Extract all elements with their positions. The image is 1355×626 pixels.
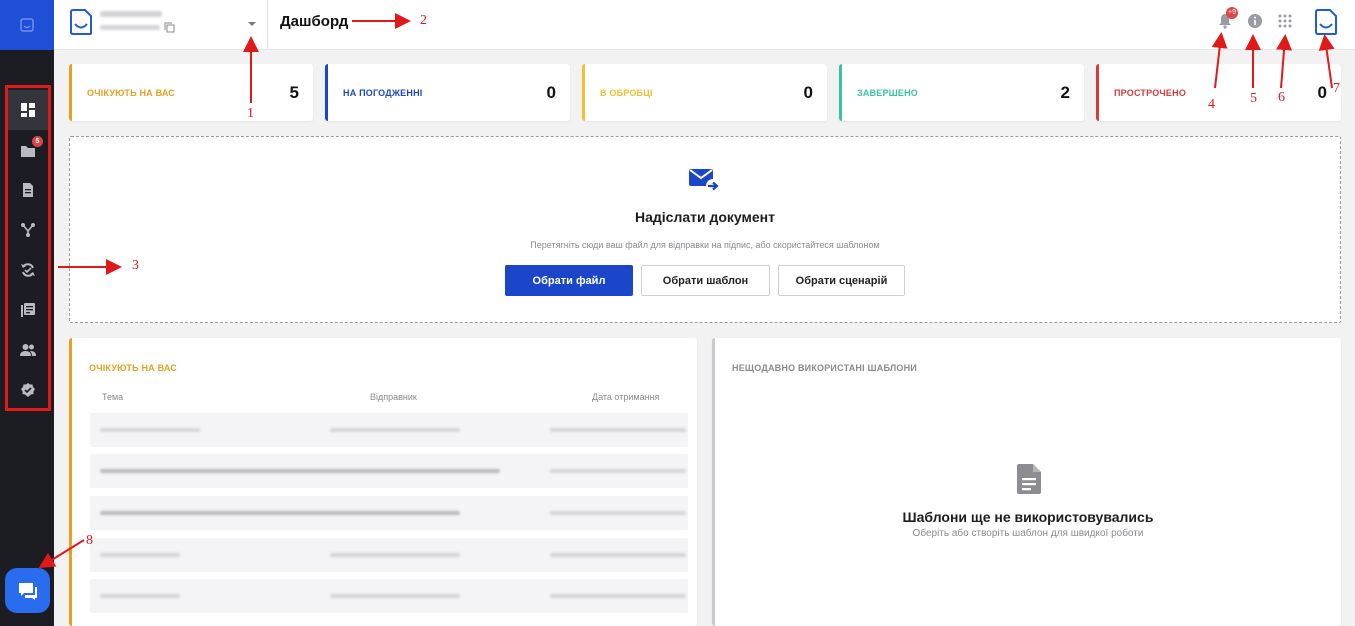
blurred-cell (330, 553, 460, 557)
copy-icon[interactable] (164, 22, 175, 33)
stat-card-approval[interactable]: НА ПОГОДЖЕННІ 0 (325, 64, 570, 121)
annotation-number: 6 (1278, 90, 1285, 105)
column-header-subject: Тема (102, 392, 124, 402)
templates-icon (21, 303, 35, 317)
stat-value: 2 (1060, 83, 1070, 102)
sidebar-item-templates[interactable] (8, 290, 48, 330)
annotation-number: 2 (420, 13, 427, 28)
annotation-number: 1 (247, 106, 254, 121)
top-header: Дашборд +9 (54, 0, 1355, 50)
column-header-sender: Відправник (370, 392, 417, 402)
document-drop-zone[interactable]: Надіслати документ Перетягніть сюди ваш … (69, 136, 1341, 323)
sidebar-item-document[interactable] (8, 170, 48, 210)
sidebar-item-scenarios[interactable] (8, 210, 48, 250)
info-icon (1248, 14, 1262, 28)
blurred-cell (550, 553, 686, 557)
page-title: Дашборд (280, 13, 349, 30)
annotation-number: 7 (1333, 81, 1340, 96)
blurred-cell (550, 511, 686, 515)
blurred-cell (100, 469, 500, 473)
stat-value: 0 (1317, 83, 1327, 102)
organization-id-blurred (100, 25, 160, 30)
notifications-button[interactable]: +9 (1216, 7, 1238, 30)
sidebar-item-verified[interactable] (8, 370, 48, 410)
sync-icon (21, 263, 35, 277)
blurred-cell (100, 428, 200, 432)
rail-logo[interactable] (0, 0, 54, 50)
sidebar-nav: 5 (5, 85, 51, 411)
organization-logo-icon (70, 9, 92, 35)
blurred-cell (100, 594, 180, 598)
stat-label: НА ПОГОДЖЕННІ (343, 88, 423, 98)
panel-title: ОЧІКУЮТЬ НА ВАС (89, 363, 177, 373)
choose-file-button[interactable]: Обрати файл (505, 265, 633, 296)
stat-value: 0 (803, 83, 813, 102)
blurred-cell (330, 594, 460, 598)
organization-name-blurred (100, 11, 162, 17)
table-row[interactable] (90, 413, 688, 447)
annotation-number: 3 (132, 258, 139, 273)
document-icon (1017, 464, 1041, 494)
stat-card-processing[interactable]: В ОБРОБЦІ 0 (582, 64, 827, 121)
chat-support-button[interactable] (5, 568, 50, 613)
stat-card-completed[interactable]: ЗАВЕРШЕНО 2 (839, 64, 1084, 121)
blurred-cell (550, 428, 686, 432)
annotation-number: 5 (1250, 91, 1257, 106)
chat-icon (18, 582, 37, 600)
blurred-cell (330, 428, 460, 432)
empty-state-subtitle: Оберіть або створіть шаблон для швидкої … (912, 528, 1144, 539)
folder-badge: 5 (32, 136, 43, 147)
notification-badge: +9 (1226, 7, 1238, 19)
panel-title: НЕЩОДАВНО ВИКОРИСТАНІ ШАБЛОНИ (732, 363, 917, 373)
profile-logo-icon[interactable] (1315, 9, 1337, 35)
empty-state-title: Шаблони ще не використовувались (902, 509, 1154, 525)
branch-icon (21, 223, 35, 237)
stat-value: 0 (546, 83, 556, 102)
left-rail: 5 (0, 0, 54, 626)
app-logo-icon (20, 18, 34, 32)
stat-label: ЗАВЕРШЕНО (857, 88, 918, 98)
verified-icon (21, 383, 35, 397)
recent-templates-panel: НЕЩОДАВНО ВИКОРИСТАНІ ШАБЛОНИ Шаблони ще… (712, 338, 1341, 626)
sidebar-item-dashboard[interactable] (8, 90, 48, 130)
chevron-down-icon[interactable] (247, 19, 257, 29)
blurred-cell (550, 594, 686, 598)
choose-scenario-button[interactable]: Обрати сценарій (778, 265, 905, 296)
table-row[interactable] (90, 579, 688, 613)
info-button[interactable] (1246, 12, 1264, 30)
apps-grid-icon (1278, 14, 1292, 28)
stat-label: ОЧІКУЮТЬ НА ВАС (87, 88, 175, 98)
stat-value: 5 (289, 83, 299, 102)
stat-label: В ОБРОБЦІ (600, 88, 653, 98)
choose-template-button[interactable]: Обрати шаблон (641, 265, 770, 296)
dashboard-icon (21, 103, 35, 117)
document-icon (23, 183, 33, 197)
stat-label: ПРОСТРОЧЕНО (1114, 88, 1187, 98)
stat-card-overdue[interactable]: ПРОСТРОЧЕНО 0 (1096, 64, 1341, 121)
drop-zone-title: Надіслати документ (635, 209, 775, 225)
send-mail-icon (689, 169, 720, 193)
table-row[interactable] (90, 496, 688, 530)
table-row[interactable] (90, 454, 688, 488)
annotation-number: 4 (1208, 97, 1215, 112)
sidebar-item-contacts[interactable] (8, 330, 48, 370)
stat-card-awaiting[interactable]: ОЧІКУЮТЬ НА ВАС 5 (69, 64, 313, 121)
blurred-cell (100, 511, 460, 515)
blurred-cell (550, 469, 686, 473)
drop-zone-subtitle: Перетягніть сюди ваш файл для відправки … (530, 240, 880, 250)
table-row[interactable] (90, 538, 688, 572)
blurred-cell (100, 553, 180, 557)
sidebar-item-documents-folder[interactable]: 5 (8, 131, 48, 171)
organization-switcher[interactable] (54, 0, 268, 50)
annotation-number: 8 (86, 533, 93, 548)
apps-menu-button[interactable] (1276, 12, 1294, 30)
awaiting-documents-panel: ОЧІКУЮТЬ НА ВАС Тема Відправник Дата отр… (69, 338, 697, 626)
users-icon (20, 344, 36, 356)
column-header-date: Дата отримання (592, 392, 660, 402)
sidebar-item-sync[interactable] (8, 250, 48, 290)
